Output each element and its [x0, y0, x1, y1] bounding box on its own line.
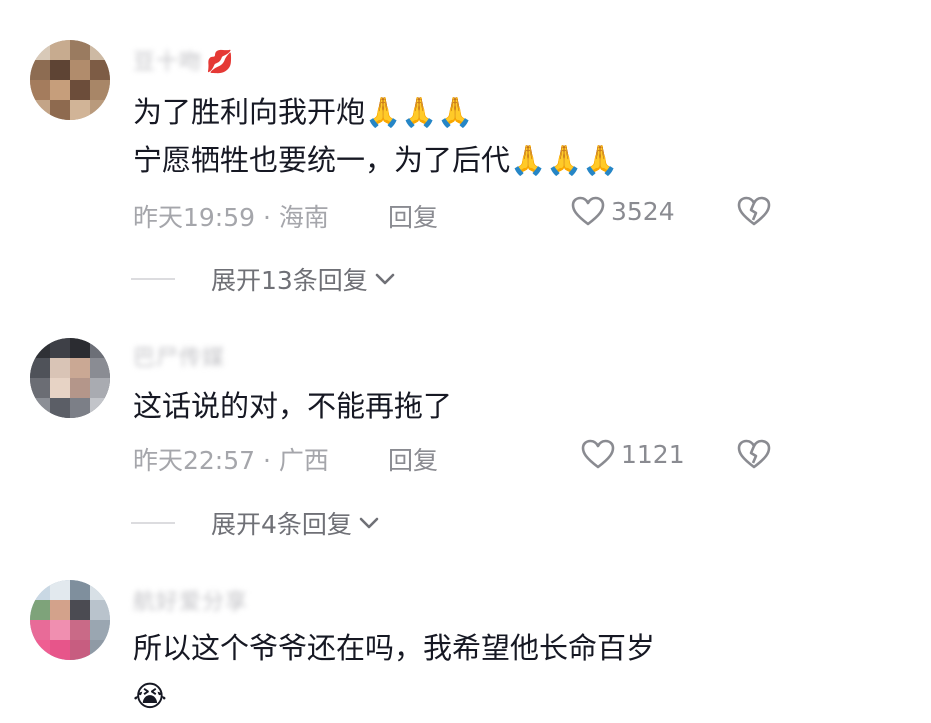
username-text: 航好爱分享 — [133, 590, 249, 615]
expand-label: 展开13条回复 — [211, 266, 368, 295]
reply-button[interactable]: 回复 — [388, 441, 438, 477]
comment-line: 😭 — [133, 679, 167, 713]
chevron-down-icon — [359, 517, 379, 529]
dislike-button[interactable] — [737, 439, 771, 473]
avatar[interactable] — [30, 40, 110, 120]
comment-line: 所以这个爷爷还在吗，我希望他长命百岁 — [133, 631, 656, 665]
comment-meta: 昨天19:59 · 海南 — [133, 203, 329, 232]
expand-replies-button[interactable]: 展开13条回复 — [131, 261, 396, 297]
comment-line: 这话说的对，不能再拖了 — [133, 389, 453, 423]
comment-text: 为了胜利向我开炮🙏🙏🙏 宁愿牺牲也要统一，为了后代🙏🙏🙏 — [133, 88, 618, 184]
avatar[interactable] — [30, 338, 110, 418]
heart-icon — [581, 439, 615, 469]
dislike-button[interactable] — [737, 196, 771, 230]
like-count: 1121 — [621, 439, 685, 469]
like-button[interactable]: 3524 — [571, 196, 675, 226]
comment-line: 为了胜利向我开炮🙏🙏🙏 — [133, 95, 474, 129]
reply-button[interactable]: 回复 — [388, 198, 438, 234]
username[interactable]: 航好爱分享 — [133, 584, 248, 616]
broken-heart-icon — [737, 439, 771, 469]
chevron-down-icon — [375, 273, 395, 285]
expand-replies-button[interactable]: 展开4条回复 — [131, 505, 380, 541]
username-text: 巴尸传媒 — [133, 346, 226, 371]
username-text: 豆十吻 — [133, 50, 203, 75]
comment-line: 宁愿牺牲也要统一，为了后代🙏🙏🙏 — [133, 143, 619, 177]
like-button[interactable]: 1121 — [581, 439, 685, 469]
divider-line — [131, 522, 175, 524]
avatar[interactable] — [30, 580, 110, 660]
heart-icon — [571, 196, 605, 226]
like-count: 3524 — [611, 196, 675, 226]
comment-meta: 昨天22:57 · 广西 — [133, 446, 329, 475]
comment-text: 所以这个爷爷还在吗，我希望他长命百岁 😭 — [133, 624, 655, 720]
lips-emoji: 💋 — [206, 50, 235, 75]
username[interactable]: 豆十吻 💋 — [133, 44, 234, 76]
username[interactable]: 巴尸传媒 — [133, 340, 225, 372]
comment-text: 这话说的对，不能再拖了 — [133, 382, 452, 430]
broken-heart-icon — [737, 196, 771, 226]
divider-line — [131, 278, 175, 280]
expand-label: 展开4条回复 — [211, 510, 352, 539]
